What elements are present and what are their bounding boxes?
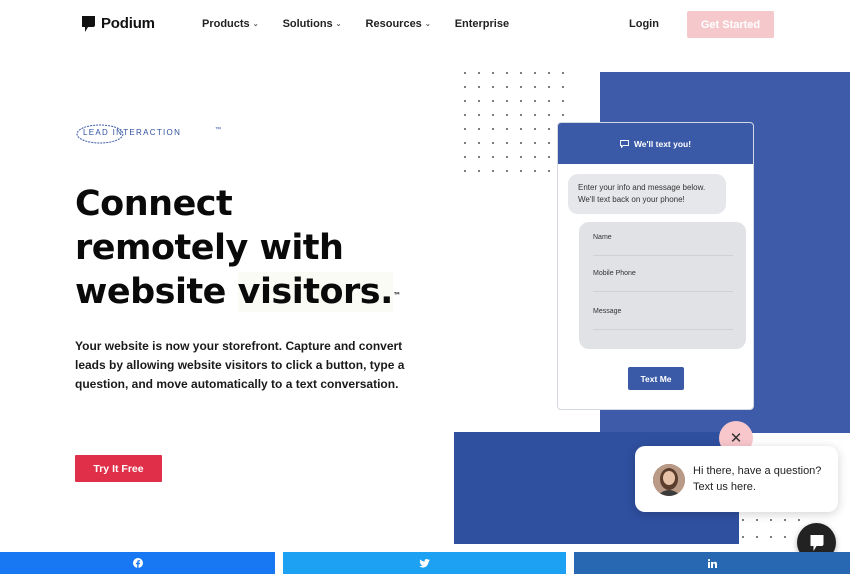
chat-greeting-popup[interactable]: Hi there, have a question? Text us here.: [635, 446, 838, 512]
nav-resources-label: Resources: [365, 18, 422, 30]
name-field-label: Name: [593, 234, 612, 241]
badge-text: LEAD INTERACTION: [83, 128, 182, 137]
try-it-free-button[interactable]: Try It Free: [75, 455, 162, 482]
text-us-widget: We'll text you! Enter your info and mess…: [557, 122, 754, 410]
name-field[interactable]: Name: [593, 234, 733, 256]
podium-chat-icon: [810, 534, 823, 551]
headline-line-3: website visitors.™: [75, 270, 401, 314]
chevron-down-icon: ⌄: [252, 21, 259, 28]
badge-trademark: ™: [215, 127, 221, 133]
share-facebook-button[interactable]: [0, 552, 275, 574]
chevron-down-icon: ⌄: [424, 21, 431, 28]
message-field[interactable]: Message: [593, 308, 733, 330]
chevron-down-icon: ⌄: [335, 21, 342, 28]
text-me-button[interactable]: Text Me: [628, 367, 684, 390]
avatar-image: [653, 464, 685, 496]
headline-word-visitors: visitors.: [237, 272, 393, 312]
podium-logo[interactable]: Podium: [82, 15, 155, 32]
lead-interaction-badge: LEAD INTERACTION ™: [75, 122, 225, 146]
chat-bubble-icon: [619, 139, 629, 148]
nav-products[interactable]: Products ⌄: [202, 18, 259, 30]
headline-line-2: remotely with: [75, 228, 344, 268]
hero-description: Your website is now your storefront. Cap…: [75, 339, 405, 391]
get-started-button[interactable]: Get Started: [687, 11, 774, 38]
login-link[interactable]: Login: [629, 18, 659, 30]
nav-solutions[interactable]: Solutions ⌄: [283, 18, 342, 30]
twitter-icon: [419, 558, 430, 568]
message-field-label: Message: [593, 308, 622, 315]
main-nav: Products ⌄ Solutions ⌄ Resources ⌄ Enter…: [202, 18, 533, 30]
nav-resources[interactable]: Resources ⌄: [366, 18, 431, 30]
headline-word-website: website: [75, 272, 226, 312]
podium-logo-icon: [82, 15, 95, 32]
brand-name: Podium: [101, 15, 155, 32]
agent-avatar: [653, 464, 685, 496]
widget-intro-bubble: Enter your info and message below. We'll…: [568, 174, 726, 214]
share-twitter-button[interactable]: [283, 552, 566, 574]
site-header: Podium Products ⌄ Solutions ⌄ Resources …: [0, 0, 850, 50]
nav-solutions-label: Solutions: [282, 18, 333, 30]
facebook-icon: [132, 558, 143, 568]
nav-products-label: Products: [202, 18, 250, 30]
nav-enterprise-label: Enterprise: [454, 18, 510, 30]
chat-greeting-text: Hi there, have a question? Text us here.: [693, 465, 822, 493]
widget-header: We'll text you!: [558, 123, 753, 164]
mobile-phone-field-label: Mobile Phone: [593, 270, 636, 277]
decorative-dot-grid: [464, 72, 564, 172]
share-linkedin-button[interactable]: [574, 552, 850, 574]
mobile-phone-field[interactable]: Mobile Phone: [593, 270, 733, 292]
headline-line-1: Connect: [75, 184, 233, 224]
nav-enterprise[interactable]: Enterprise: [455, 18, 509, 30]
headline-trademark: ™: [392, 291, 401, 300]
widget-header-title: We'll text you!: [633, 138, 692, 149]
linkedin-icon: [707, 558, 717, 568]
close-icon: ✕: [729, 430, 743, 447]
hero-headline: Connect remotely with website visitors.™: [75, 182, 401, 314]
widget-form: Name Mobile Phone Message: [579, 222, 746, 349]
